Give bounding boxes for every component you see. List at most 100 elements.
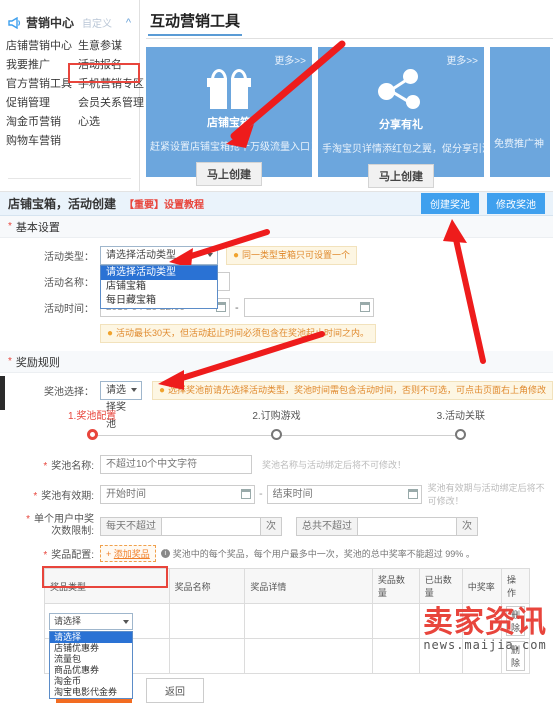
prize-type-option-2[interactable]: 流量包 [50, 654, 132, 665]
prize-type-option-0[interactable]: 请选择 [50, 631, 132, 643]
pool-select[interactable]: 请选择奖池 [100, 381, 142, 430]
row-activity-name: 活动名称： [0, 272, 553, 291]
prize-type-option-4[interactable]: 淘金币 [50, 676, 132, 687]
step-labels: 1.奖池配置 2.订购游戏 3.活动关联 [0, 407, 553, 422]
activity-type-option-2[interactable]: 每日藏宝箱 [101, 294, 217, 308]
pool-end-input[interactable] [266, 484, 422, 504]
sidebar-item-8[interactable]: 淘金币营销 [6, 115, 78, 130]
megaphone-icon [8, 16, 22, 29]
pool-select-label: 奖池选择： [44, 387, 94, 398]
activity-type-option-1[interactable]: 店铺宝箱 [101, 280, 217, 294]
cell-prize-name[interactable] [168, 638, 246, 674]
sidebar-item-10[interactable]: 购物车营销 [6, 134, 78, 149]
prize-type-options[interactable]: 请选择 店铺优惠券 流量包 商品优惠券 淘金币 淘宝电影代金券 [49, 630, 133, 699]
cell-prize-type[interactable]: 请选择 请选择 店铺优惠券 流量包 商品优惠券 淘金币 淘宝电影代金券 [44, 603, 170, 699]
sidebar-title: 营销中心 [26, 16, 75, 30]
sidebar-item-1[interactable]: 生意参谋 [78, 39, 144, 54]
cell-win-rate[interactable] [461, 638, 502, 674]
step-dot-0[interactable] [86, 429, 98, 440]
step-label-0[interactable]: 1.奖池配置 [0, 407, 184, 422]
location-pin-icon: ● [158, 385, 165, 396]
panel-header: 店铺宝箱，活动创建 【重要】 设置教程 创建奖池 修改奖池 [0, 192, 553, 216]
sidebar-item-0[interactable]: 店铺营销中心 [6, 39, 78, 54]
row-pool-select: 奖池选择： 请选择奖池 ● 选择奖池前请先选择活动类型，奖池时间需包含活动时间，… [0, 381, 553, 430]
cell-prize-count[interactable] [371, 603, 420, 639]
limit-daily-input[interactable] [161, 516, 261, 536]
row-win-limit: * 单个用户中奖 次数限制: 每天不超过 次 总共不超过 次 [0, 514, 553, 538]
cell-action: 删除 [500, 603, 531, 639]
card-shop-treasure-box[interactable]: 更多>> 店铺宝箱 赶紧设置店铺宝箱抢千万级流量入口！ 马上创建 [146, 47, 312, 186]
location-pin-icon: ● [107, 328, 114, 339]
delete-row-button[interactable]: 删除 [505, 641, 525, 671]
sidebar-item-9[interactable]: 心选 [78, 115, 144, 130]
basic-section-header: * 基本设置 [0, 216, 553, 238]
required-mark: * [43, 550, 48, 561]
pool-end-wrap [266, 484, 422, 504]
activity-type-option-0[interactable]: 请选择活动类型 [101, 266, 217, 280]
sidebar-customize-link[interactable]: 自定义 [82, 15, 112, 30]
prize-type-option-5[interactable]: 淘宝电影代金券 [50, 687, 132, 698]
col-prize-detail: 奖品详情 [244, 568, 373, 604]
pool-select-tip-text: 选择奖池前请先选择活动类型，奖池时间需包含活动时间，否则不可选，可点击页面右上角… [167, 385, 546, 395]
sidebar-menu: 店铺营销中心 生意参谋 我要推广 活动报名 官方营销工具 手机营销专区 促销管理… [0, 37, 144, 151]
step-dot-1[interactable] [270, 429, 282, 440]
activity-time-label: 活动时间： [44, 304, 94, 315]
edit-pool-button[interactable]: 修改奖池 [487, 193, 545, 214]
cell-prize-name[interactable] [168, 603, 246, 639]
activity-time-tip: ● 活动最长30天，但活动起止时间必须包含在奖池起止时间之内。 [100, 324, 377, 343]
create-pool-button[interactable]: 创建奖池 [421, 193, 479, 214]
tutorial-link[interactable]: 设置教程 [164, 196, 204, 211]
pool-start-wrap [100, 484, 255, 504]
reward-section-title: 奖励规则 [15, 356, 60, 369]
chevron-up-icon[interactable]: ^ [126, 17, 131, 29]
step-label-2[interactable]: 3.活动关联 [369, 407, 553, 422]
tutorial-tag: 【重要】 [124, 200, 165, 211]
activity-end-input[interactable] [243, 298, 374, 317]
card-free-promotion[interactable]: 免费推广神 [490, 47, 550, 177]
back-button[interactable]: 返回 [146, 678, 204, 703]
validity-separator: - [259, 488, 263, 500]
gift-box-icon [146, 69, 312, 109]
page-title: 互动营销工具 [148, 10, 243, 36]
card-create-button-1[interactable]: 马上创建 [368, 164, 434, 188]
cell-prize-count[interactable] [371, 638, 420, 674]
card-more-link-1[interactable]: 更多>> [446, 52, 478, 67]
prize-type-select[interactable]: 请选择 [49, 612, 133, 630]
step-dot-2[interactable] [455, 429, 467, 440]
calendar-icon[interactable] [407, 488, 418, 499]
sidebar-highlight-box [68, 63, 140, 83]
limit-total-input[interactable] [357, 516, 457, 536]
activity-type-select[interactable]: 请选择活动类型 [100, 246, 218, 265]
calendar-icon[interactable] [359, 302, 370, 312]
prize-type-option-1[interactable]: 店铺优惠券 [50, 643, 132, 654]
delete-row-button[interactable]: 删除 [505, 606, 525, 636]
card-more-link-0[interactable]: 更多>> [274, 52, 306, 67]
pool-start-input[interactable] [100, 484, 255, 504]
add-prize-label: 添加奖品 [113, 549, 150, 559]
panel-title: 店铺宝箱，活动创建 [8, 197, 117, 211]
add-prize-button[interactable]: + 添加奖品 [100, 545, 156, 562]
prize-type-option-3[interactable]: 商品优惠券 [50, 665, 132, 676]
card-share-gift[interactable]: 更多>> 分享有礼 手淘宝贝详情添红包之翼，促分享引流 马上创建 [318, 47, 484, 188]
required-mark: * [43, 461, 48, 472]
title-rule [146, 38, 553, 39]
pool-name-input[interactable] [100, 455, 252, 474]
card-create-button-0[interactable]: 马上创建 [196, 162, 262, 186]
info-icon: i [160, 549, 170, 558]
cell-win-rate[interactable] [461, 603, 502, 639]
calendar-icon[interactable] [241, 488, 251, 499]
step-label-1[interactable]: 2.订购游戏 [184, 407, 368, 422]
sidebar-item-7[interactable]: 会员关系管理 [78, 96, 144, 111]
cell-prize-detail[interactable] [244, 603, 373, 639]
cell-prize-detail[interactable] [244, 638, 373, 674]
required-mark: * [8, 221, 12, 232]
col-action: 操作 [500, 568, 531, 604]
sidebar-item-6[interactable]: 促销管理 [6, 96, 78, 111]
plus-icon: + [106, 549, 112, 559]
pool-name-label: * 奖池名称: [43, 461, 94, 472]
pool-name-hint: 奖池名称与活动绑定后将不可修改！ [262, 460, 407, 470]
prize-table-wrap: 奖品类型 奖品名称 奖品详情 奖品数量 已出数量 中奖率 操作 请选择 请选择 … [0, 566, 553, 699]
sidebar-divider [8, 178, 131, 179]
table-row: 请选择 请选择 店铺优惠券 流量包 商品优惠券 淘金币 淘宝电影代金券 删除 [44, 603, 531, 699]
activity-type-options[interactable]: 请选择活动类型 店铺宝箱 每日藏宝箱 [100, 265, 218, 309]
